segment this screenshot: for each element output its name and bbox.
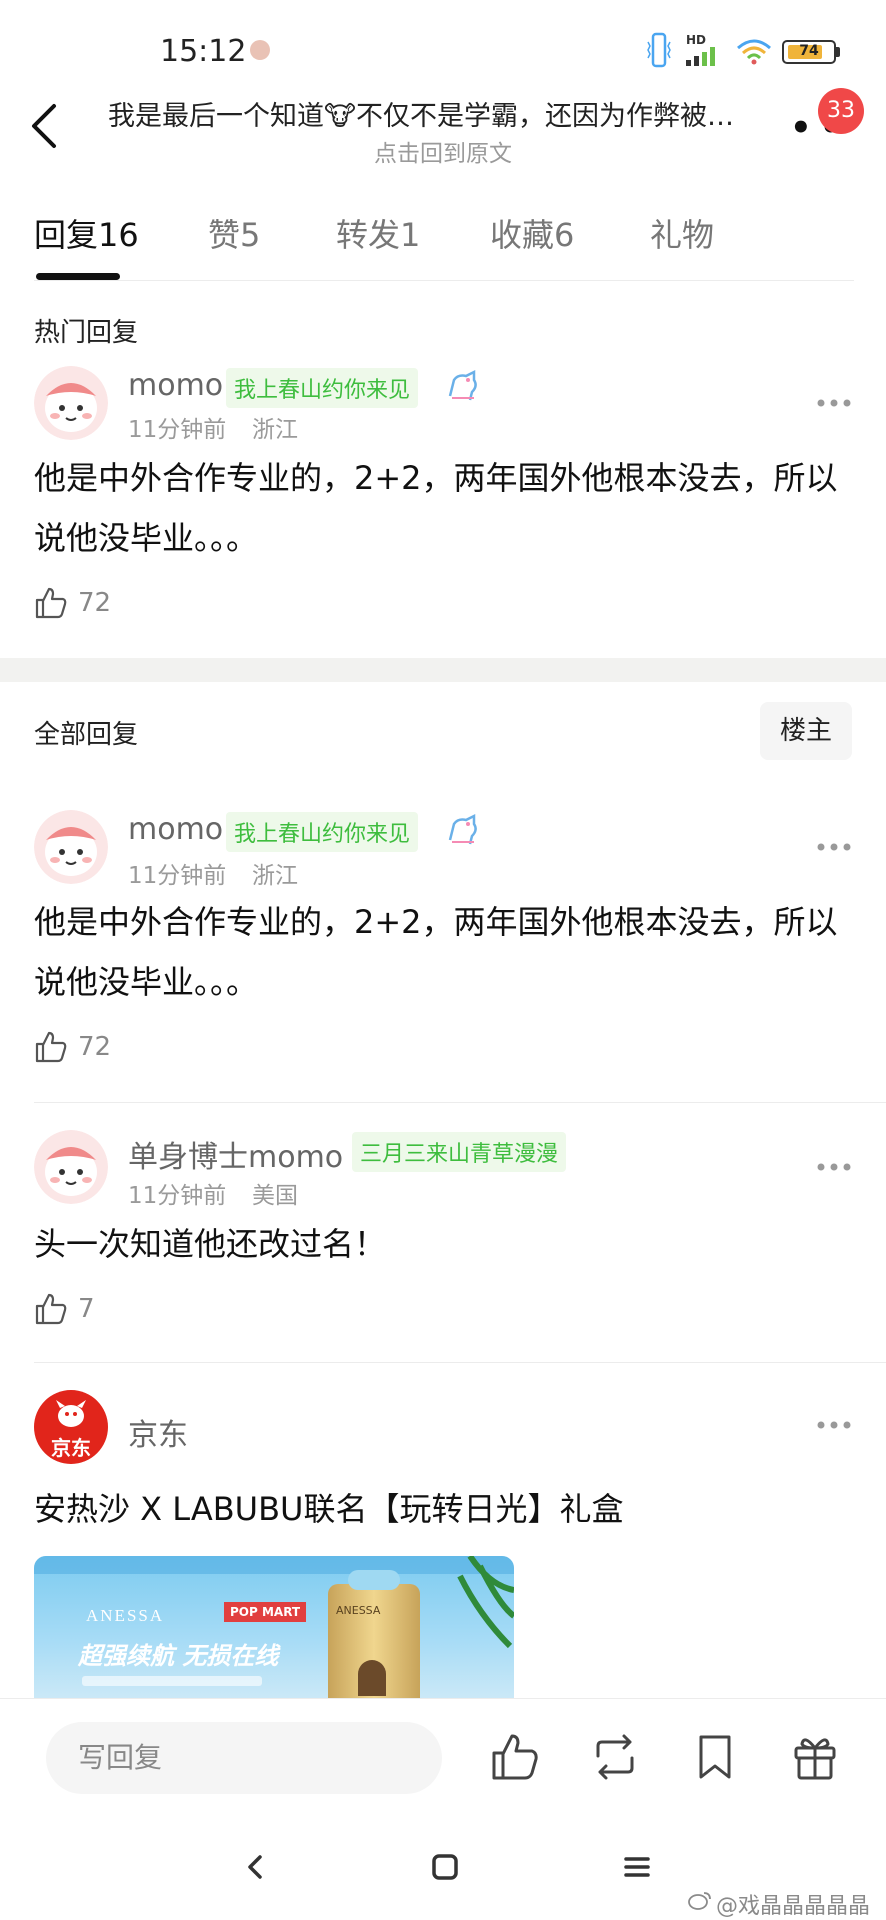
reply-input[interactable]: 写回复: [46, 1722, 442, 1794]
gift-icon[interactable]: [790, 1732, 840, 1782]
ad-banner-image[interactable]: ANESSA POP MART 超强续航 无损在线 ANESSA: [34, 1556, 514, 1700]
carousel-horse-icon: [448, 369, 477, 401]
comment-more-icon[interactable]: [816, 842, 852, 852]
battery-tip: [836, 47, 840, 57]
avatar[interactable]: [34, 366, 108, 440]
like-icon[interactable]: [490, 1732, 540, 1782]
battery-percentage: 74: [799, 43, 819, 59]
labubu-figure: [358, 1660, 386, 1696]
tab-reposts[interactable]: 转发1: [336, 210, 420, 256]
comment-time: 11分钟前: [128, 1183, 227, 1209]
comment-divider: [34, 1362, 886, 1363]
sunscreen-bottle: ANESSA: [328, 1570, 420, 1700]
hot-replies-label: 热门回复: [34, 318, 139, 348]
tab-favorites[interactable]: 收藏6: [490, 210, 574, 256]
status-time: 15:12: [160, 34, 247, 69]
notification-badge[interactable]: 33: [818, 88, 864, 134]
tab-replies[interactable]: 回复16: [34, 210, 139, 256]
active-tab-indicator: [36, 273, 120, 280]
all-replies-label: 全部回复: [34, 720, 139, 750]
user-flair-badge: 我上春山约你来见: [226, 368, 419, 408]
user-flair-badge: 三月三来山青草漫漫: [352, 1132, 567, 1172]
ad-title[interactable]: 安热沙 X LABUBU联名【玩转日光】礼盒: [34, 1484, 623, 1530]
bottle-brand: ANESSA: [336, 1604, 381, 1617]
jd-logo-avatar[interactable]: 京东: [34, 1390, 108, 1464]
ad-more-icon[interactable]: [816, 1420, 852, 1430]
battery-icon: 74: [782, 40, 836, 64]
user-flair-badge: 我上春山约你来见: [226, 812, 419, 852]
avatar[interactable]: [34, 1130, 108, 1204]
comment-more-icon[interactable]: [816, 1162, 852, 1172]
comment-location: 浙江: [252, 863, 298, 889]
weibo-logo-icon: [688, 1892, 711, 1910]
ad-brand-name[interactable]: 京东: [128, 1410, 188, 1454]
system-home-icon[interactable]: [430, 1852, 460, 1882]
like-count: 72: [78, 588, 112, 618]
system-back-icon[interactable]: [240, 1852, 270, 1882]
ad-headline: 超强续航 无损在线: [78, 1642, 279, 1670]
wifi-icon: [737, 39, 771, 65]
palm-leaves: [457, 1556, 514, 1649]
vibrate-icon: [647, 32, 671, 68]
tab-gifts[interactable]: 礼物: [650, 210, 714, 256]
signal-icon: [686, 47, 715, 66]
comment-more-icon[interactable]: [816, 398, 852, 408]
thumbs-up-icon[interactable]: [34, 1292, 68, 1326]
jd-logo-text: 京东: [51, 1436, 91, 1460]
repost-icon[interactable]: [590, 1732, 640, 1782]
carousel-horse-icon: [448, 813, 477, 845]
network-hd-label: HD: [686, 33, 707, 47]
comment-text: 他是中外合作专业的，2+2，两年国外他根本没去，所以说他没毕业。。。: [34, 903, 838, 1001]
like-count: 72: [78, 1032, 112, 1062]
back-to-original-link[interactable]: 点击回到原文: [0, 134, 886, 168]
jd-dog-icon: [56, 1400, 86, 1427]
comment-username[interactable]: momo: [128, 368, 223, 403]
watermark: @戏晶晶晶晶晶: [716, 1894, 871, 1919]
anessa-logo: ANESSA: [86, 1606, 165, 1625]
comment-divider: [34, 1102, 886, 1103]
comment-text: 他是中外合作专业的，2+2，两年国外他根本没去，所以说他没毕业。。。: [34, 459, 838, 557]
comment-location: 美国: [252, 1183, 298, 1209]
section-divider: [0, 658, 886, 682]
bottle-cap: [348, 1570, 400, 1590]
comment-username[interactable]: 单身博士momo: [128, 1132, 343, 1176]
tab-divider: [34, 280, 854, 281]
comment-location: 浙江: [252, 417, 298, 443]
comment-time: 11分钟前: [128, 863, 227, 889]
app-notification-icon: [250, 40, 270, 60]
avatar[interactable]: [34, 810, 108, 884]
bookmark-icon[interactable]: [690, 1732, 740, 1782]
ad-fine-print: [82, 1676, 262, 1686]
comment-text: 头一次知道他还改过名！: [34, 1225, 387, 1263]
comment-username[interactable]: momo: [128, 812, 223, 847]
thumbs-up-icon[interactable]: [34, 1030, 68, 1064]
tab-likes[interactable]: 赞5: [208, 210, 260, 256]
thumbs-up-icon[interactable]: [34, 586, 68, 620]
popmart-logo: POP MART: [224, 1602, 307, 1622]
comment-time: 11分钟前: [128, 417, 227, 443]
post-title[interactable]: 我是最后一个知道🐮不仅不是学霸，还因为作弊被…: [108, 94, 780, 133]
system-menu-icon[interactable]: [622, 1852, 652, 1882]
owner-only-filter-button[interactable]: 楼主: [760, 702, 852, 760]
like-count: 7: [78, 1294, 95, 1324]
